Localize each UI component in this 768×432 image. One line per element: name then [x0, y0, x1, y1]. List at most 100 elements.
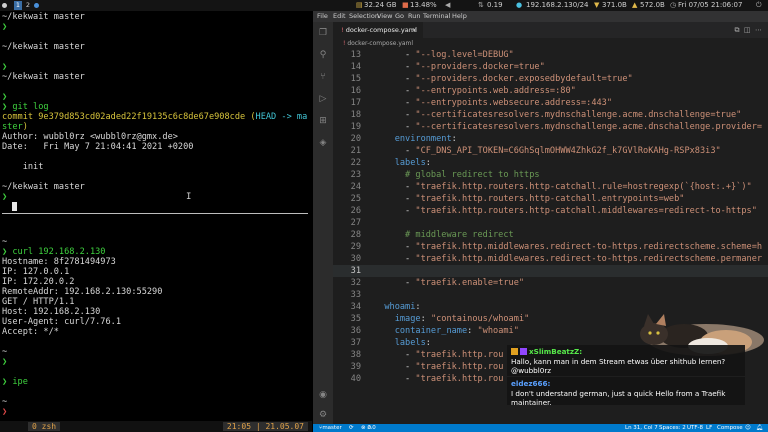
workspace-2-button[interactable]: 2: [24, 1, 32, 10]
code-token: "whoami": [477, 326, 519, 336]
code-text: - "--providers.docker=true": [374, 61, 545, 73]
code-line[interactable]: 31: [333, 265, 768, 277]
code-line[interactable]: 19 - "--certificatesresolvers.mydnschall…: [333, 121, 768, 133]
account-icon[interactable]: ◉: [318, 390, 328, 400]
code-line[interactable]: 14 - "--providers.docker=true": [333, 61, 768, 73]
terminal-line: ~/kekwait master: [2, 72, 85, 82]
tmux-window-tab[interactable]: 0 zsh: [28, 422, 61, 431]
code-line[interactable]: 25 - "traefik.http.routers.http-catchall…: [333, 193, 768, 205]
code-line[interactable]: 32 - "traefik.enable=true": [333, 277, 768, 289]
code-text: environment:: [374, 133, 457, 145]
sync-icon[interactable]: ⟳: [349, 424, 354, 432]
terminal-text: ❯: [2, 357, 8, 367]
code-line[interactable]: 20 environment:: [333, 133, 768, 145]
code-text: # middleware redirect: [374, 229, 514, 241]
code-line[interactable]: 18 - "--certificatesresolvers.mydnschall…: [333, 109, 768, 121]
code-line[interactable]: 27: [333, 217, 768, 229]
code-line[interactable]: 15 - "--providers.docker.exposedbydefaul…: [333, 73, 768, 85]
feedback-icon[interactable]: ☺: [745, 424, 751, 432]
editor-actions[interactable]: ⧉ ◫ ⋯: [734, 22, 762, 38]
docker-icon[interactable]: ◈: [318, 138, 328, 148]
terminal-line: ~/kekwait master: [2, 182, 85, 192]
code-line[interactable]: 33: [333, 289, 768, 301]
code-token: -: [374, 374, 416, 384]
code-line[interactable]: 26 - "traefik.http.routers.http-catchall…: [333, 205, 768, 217]
close-tab-icon[interactable]: ×: [412, 22, 417, 38]
terminal-text: master: [53, 12, 85, 22]
code-token: "traefik.http.rou: [415, 374, 504, 384]
menu-help[interactable]: Help: [452, 11, 467, 22]
code-line[interactable]: 22 labels:: [333, 157, 768, 169]
explorer-icon[interactable]: ❐: [318, 28, 328, 38]
line-number: 28: [350, 230, 361, 240]
code-line[interactable]: 13 - "--log.level=DEBUG": [333, 49, 768, 61]
line-number: 18: [350, 110, 361, 120]
code-line[interactable]: 29 - "traefik.http.middlewares.redirect-…: [333, 241, 768, 253]
line-number: 26: [350, 206, 361, 216]
menu-edit[interactable]: Edit: [333, 11, 346, 22]
terminal-line: init: [2, 162, 44, 172]
language-mode[interactable]: Compose: [717, 424, 743, 432]
code-line[interactable]: 30 - "traefik.http.middlewares.redirect-…: [333, 253, 768, 265]
indentation[interactable]: Spaces: 2: [659, 424, 686, 432]
terminal-line: ❯: [2, 22, 7, 32]
ip-address: 192.168.2.130/24: [526, 1, 589, 9]
search-icon[interactable]: ⚲: [318, 50, 328, 60]
network-rate-icon: ⇅: [478, 1, 484, 9]
code-token: -: [374, 278, 416, 288]
problems-indicator[interactable]: ⊗ 0 ⚠ 0: [361, 424, 376, 432]
terminal-text: User-Agent: curl/7.76.1: [2, 317, 121, 327]
branch-indicator[interactable]: ⑂ master: [319, 424, 342, 432]
encoding[interactable]: UTF-8: [687, 424, 703, 432]
terminal-line: ❯ ipe: [2, 377, 28, 387]
code-token: -: [374, 122, 416, 132]
workspace-1-button[interactable]: 1: [14, 1, 22, 10]
menu-view[interactable]: View: [377, 11, 392, 22]
power-icon[interactable]: ⏻: [756, 0, 762, 11]
terminal-line: ❯: [2, 92, 7, 102]
code-text: - "--providers.docker.exposedbydefault=t…: [374, 73, 633, 85]
line-number: 40: [350, 374, 361, 384]
extensions-icon[interactable]: ⊞: [318, 116, 328, 126]
line-ending[interactable]: LF: [706, 424, 712, 432]
code-token: -: [374, 194, 416, 204]
tab-docker-compose[interactable]: ! docker-compose.yaml ×: [333, 22, 423, 38]
code-token: "traefik.http.routers.http-catchall.midd…: [415, 206, 757, 216]
gift-badge-icon: [511, 348, 518, 355]
code-line[interactable]: 17 - "--entrypoints.websecure.address=:4…: [333, 97, 768, 109]
menu-file[interactable]: File: [317, 11, 328, 22]
breadcrumb[interactable]: ! docker-compose.yaml: [333, 38, 768, 49]
cursor-position[interactable]: Ln 31, Col 7: [625, 424, 658, 432]
code-line[interactable]: 28 # middleware redirect: [333, 229, 768, 241]
code-token: labels: [394, 338, 426, 348]
menu-go[interactable]: Go: [395, 11, 404, 22]
terminal-window[interactable]: ~/kekwait master ❯ ~/kekwait master ❯ ~/kekw…: [0, 11, 312, 432]
chat-text: I don't understand german, just a quick …: [511, 388, 726, 408]
run-debug-icon[interactable]: ▷: [318, 94, 328, 104]
terminal-line: Accept: */*: [2, 327, 59, 337]
code-token: -: [374, 362, 416, 372]
chat-message: xSlimBeatzZ: Hallo, kann man in dem Stre…: [507, 345, 745, 376]
line-number: 20: [350, 134, 361, 144]
notifications-icon[interactable]: 🔔︎: [756, 424, 763, 432]
menu-run[interactable]: Run: [408, 11, 420, 22]
code-line[interactable]: 16 - "--entrypoints.web.address=:80": [333, 85, 768, 97]
code-line[interactable]: 23 # global redirect to https: [333, 169, 768, 181]
pane-divider-1[interactable]: [2, 213, 308, 214]
terminal-text: IP: 172.20.0.2: [2, 277, 75, 287]
settings-gear-icon[interactable]: ⚙: [318, 410, 328, 420]
menu-selection[interactable]: Selection: [349, 11, 379, 22]
terminal-text: ): [22, 122, 28, 132]
terminal-line: Author: wubbl0rz <wubbl0rz@gmx.de>: [2, 132, 178, 142]
line-number: 24: [350, 182, 361, 192]
code-text: - "--certificatesresolvers.mydnschalleng…: [374, 121, 762, 133]
terminal-cursor: [12, 202, 17, 211]
source-control-icon[interactable]: ⑂: [318, 72, 328, 82]
code-token: :: [467, 326, 478, 336]
code-text: - "traefik.enable=true": [374, 277, 524, 289]
code-line[interactable]: 21 - "CF_DNS_API_TOKEN=C6GhSqlmOHWW4ZhkG…: [333, 145, 768, 157]
menu-terminal[interactable]: Terminal: [423, 11, 450, 22]
code-line[interactable]: 24 - "traefik.http.routers.http-catchall…: [333, 181, 768, 193]
